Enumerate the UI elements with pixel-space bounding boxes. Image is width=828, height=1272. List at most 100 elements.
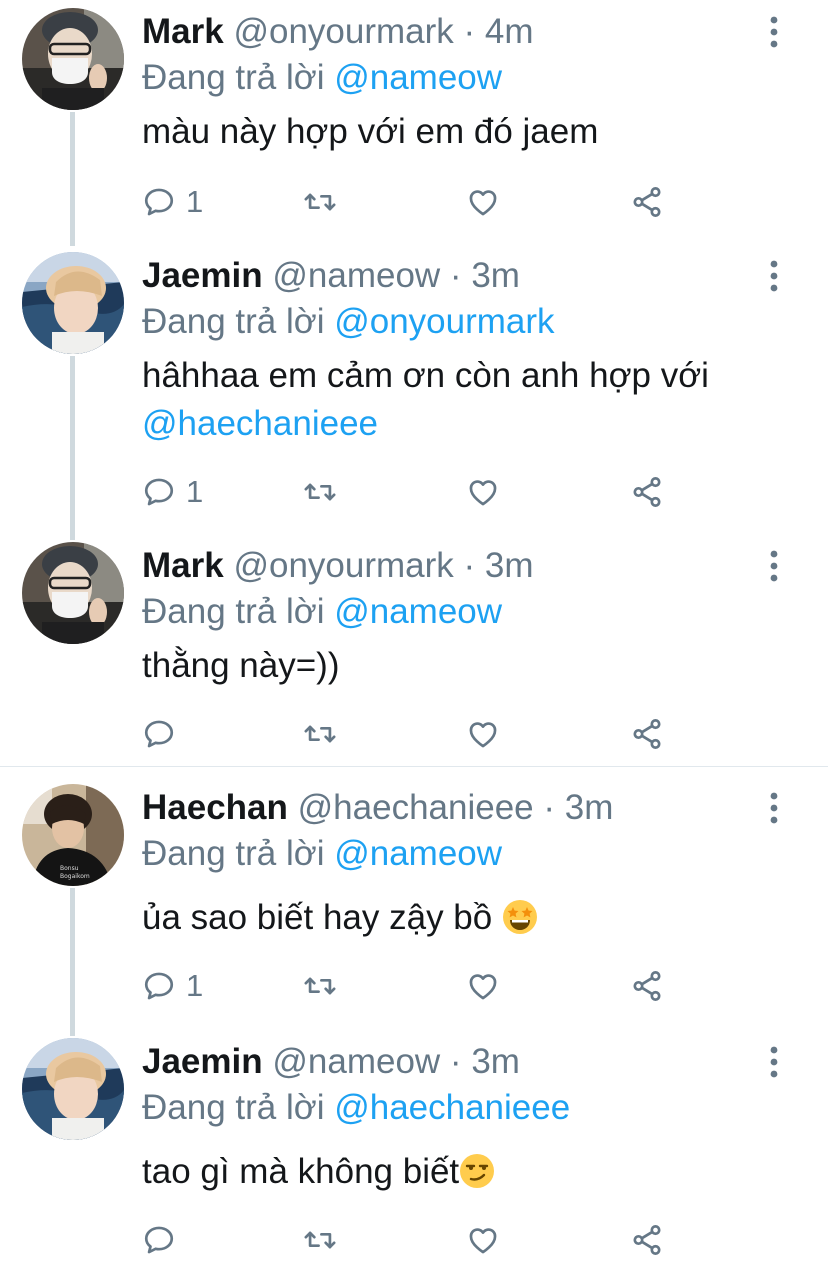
reply-icon: [142, 969, 176, 1003]
author-name[interactable]: Haechan: [142, 788, 288, 827]
heart-icon: [466, 185, 500, 219]
reply-button[interactable]: 1: [142, 180, 203, 224]
share-icon: [630, 969, 664, 1003]
replying-to: Đang trả lời @nameow: [142, 832, 502, 876]
retweet-icon: [302, 717, 338, 751]
tweet[interactable]: Jaemin @nameow · 3m Đang trả lời @haecha…: [0, 1030, 828, 1272]
like-button[interactable]: [466, 964, 500, 1008]
avatar[interactable]: [22, 542, 124, 644]
jaemin-avatar-image: [22, 252, 124, 354]
replying-mention-link[interactable]: @onyourmark: [334, 302, 554, 341]
tweet-actions: [142, 712, 702, 756]
author-name[interactable]: Jaemin: [142, 1042, 263, 1081]
tweet-text: màu này hợp với em đó jaem: [142, 112, 599, 151]
more-options-icon[interactable]: [760, 256, 788, 296]
avatar[interactable]: [22, 784, 124, 886]
like-button[interactable]: [466, 470, 500, 514]
retweet-button[interactable]: [302, 180, 338, 224]
replying-prefix: Đang trả lời: [142, 592, 325, 631]
author-handle[interactable]: @nameow: [272, 1042, 440, 1081]
tweet-header: Jaemin @nameow · 3m: [142, 254, 520, 298]
tweet[interactable]: Haechan @haechanieee · 3m Đang trả lời @…: [0, 776, 828, 1026]
reply-button[interactable]: 1: [142, 470, 203, 514]
more-options-icon[interactable]: [760, 12, 788, 52]
tweet[interactable]: Mark @onyourmark · 4m Đang trả lời @name…: [0, 0, 828, 236]
retweet-button[interactable]: [302, 470, 338, 514]
heart-icon: [466, 969, 500, 1003]
tweet-mention-link[interactable]: @haechanieee: [142, 404, 378, 443]
tweet-text: thằng này=)): [142, 646, 340, 685]
replying-to: Đang trả lời @onyourmark: [142, 300, 555, 344]
tweet-actions: [142, 1218, 702, 1262]
replying-prefix: Đang trả lời: [142, 1088, 325, 1127]
share-button[interactable]: [630, 712, 664, 756]
share-icon: [630, 475, 664, 509]
mark-avatar-image: [22, 542, 124, 644]
avatar[interactable]: [22, 1038, 124, 1140]
tweet-header: Mark @onyourmark · 3m: [142, 544, 534, 588]
tweet[interactable]: Mark @onyourmark · 3m Đang trả lời @name…: [0, 534, 828, 764]
author-handle[interactable]: @nameow: [272, 256, 440, 295]
share-icon: [630, 1223, 664, 1257]
tweet-text-content: tao gì mà không biết: [142, 1152, 460, 1191]
retweet-button[interactable]: [302, 964, 338, 1008]
retweet-button[interactable]: [302, 712, 338, 756]
retweet-button[interactable]: [302, 1218, 338, 1262]
star-struck-emoji: [502, 899, 538, 935]
timestamp[interactable]: 3m: [471, 1042, 520, 1081]
tweet-header: Jaemin @nameow · 3m: [142, 1040, 520, 1084]
replying-mention-link[interactable]: @nameow: [334, 834, 502, 873]
more-options-icon[interactable]: [760, 546, 788, 586]
share-icon: [630, 185, 664, 219]
separator: ·: [463, 12, 476, 51]
reply-button[interactable]: [142, 712, 186, 756]
heart-icon: [466, 717, 500, 751]
timestamp[interactable]: 3m: [471, 256, 520, 295]
reply-count: 1: [186, 474, 204, 509]
replying-prefix: Đang trả lời: [142, 834, 325, 873]
share-button[interactable]: [630, 964, 664, 1008]
replying-mention-link[interactable]: @nameow: [334, 58, 502, 97]
reply-button[interactable]: 1: [142, 964, 203, 1008]
separator: ·: [449, 256, 462, 295]
share-button[interactable]: [630, 180, 664, 224]
replying-prefix: Đang trả lời: [142, 302, 325, 341]
replying-prefix: Đang trả lời: [142, 58, 325, 97]
author-handle[interactable]: @onyourmark: [233, 546, 453, 585]
more-options-icon[interactable]: [760, 1042, 788, 1082]
author-name[interactable]: Mark: [142, 546, 224, 585]
more-options-icon[interactable]: [760, 788, 788, 828]
tweet-header: Mark @onyourmark · 4m: [142, 10, 534, 54]
avatar[interactable]: [22, 8, 124, 110]
reply-button[interactable]: [142, 1218, 186, 1262]
tweet[interactable]: Jaemin @nameow · 3m Đang trả lời @onyour…: [0, 244, 828, 534]
timestamp[interactable]: 3m: [485, 546, 534, 585]
divider: [0, 766, 828, 767]
replying-to: Đang trả lời @nameow: [142, 56, 502, 100]
share-button[interactable]: [630, 1218, 664, 1262]
author-name[interactable]: Jaemin: [142, 256, 263, 295]
retweet-icon: [302, 1223, 338, 1257]
reply-count: 1: [186, 184, 204, 219]
like-button[interactable]: [466, 180, 500, 224]
timestamp[interactable]: 3m: [565, 788, 614, 827]
like-button[interactable]: [466, 1218, 500, 1262]
avatar[interactable]: [22, 252, 124, 354]
reply-icon: [142, 717, 176, 751]
retweet-icon: [302, 475, 338, 509]
mark-avatar-image: [22, 8, 124, 110]
replying-mention-link[interactable]: @haechanieee: [334, 1088, 570, 1127]
share-button[interactable]: [630, 470, 664, 514]
tweet-text: ủa sao biết hay zậy bồ: [142, 894, 802, 942]
like-button[interactable]: [466, 712, 500, 756]
heart-icon: [466, 475, 500, 509]
author-handle[interactable]: @haechanieee: [298, 788, 534, 827]
retweet-icon: [302, 185, 338, 219]
replying-mention-link[interactable]: @nameow: [334, 592, 502, 631]
author-name[interactable]: Mark: [142, 12, 224, 51]
replying-to: Đang trả lời @haechanieee: [142, 1086, 570, 1130]
author-handle[interactable]: @onyourmark: [233, 12, 453, 51]
tweet-header: Haechan @haechanieee · 3m: [142, 786, 613, 830]
timestamp[interactable]: 4m: [485, 12, 534, 51]
replying-to: Đang trả lời @nameow: [142, 590, 502, 634]
